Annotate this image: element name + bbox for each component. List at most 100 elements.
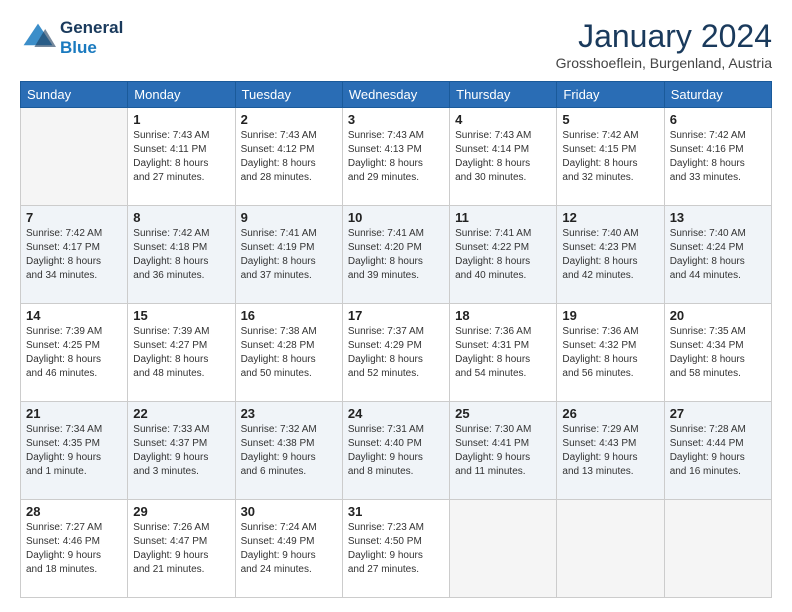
calendar-week-row: 21Sunrise: 7:34 AMSunset: 4:35 PMDayligh… — [21, 402, 772, 500]
cell-info-line: Sunset: 4:12 PM — [241, 143, 337, 157]
cell-info-line: Sunrise: 7:43 AM — [241, 129, 337, 143]
cell-info-line: and 46 minutes. — [26, 367, 122, 381]
day-number: 19 — [562, 308, 658, 323]
calendar-cell — [664, 500, 771, 598]
day-number: 22 — [133, 406, 229, 421]
calendar-cell: 21Sunrise: 7:34 AMSunset: 4:35 PMDayligh… — [21, 402, 128, 500]
day-number: 26 — [562, 406, 658, 421]
cell-info-line: Sunrise: 7:33 AM — [133, 423, 229, 437]
logo: General Blue — [20, 18, 123, 57]
header: General Blue January 2024 Grosshoeflein,… — [20, 18, 772, 71]
cell-info-line: Sunset: 4:47 PM — [133, 535, 229, 549]
cell-info-line: Daylight: 9 hours — [455, 451, 551, 465]
cell-info-line: and 40 minutes. — [455, 269, 551, 283]
cell-info-line: and 11 minutes. — [455, 465, 551, 479]
cell-info-line: Daylight: 8 hours — [348, 157, 444, 171]
cell-info-line: Daylight: 8 hours — [455, 255, 551, 269]
day-number: 10 — [348, 210, 444, 225]
cell-info-line: Daylight: 8 hours — [670, 353, 766, 367]
cell-info-line: Daylight: 8 hours — [241, 353, 337, 367]
cell-info-line: and 3 minutes. — [133, 465, 229, 479]
calendar-table: SundayMondayTuesdayWednesdayThursdayFrid… — [20, 81, 772, 598]
calendar-cell: 25Sunrise: 7:30 AMSunset: 4:41 PMDayligh… — [450, 402, 557, 500]
cell-info-line: Daylight: 9 hours — [241, 549, 337, 563]
cell-info-line: and 16 minutes. — [670, 465, 766, 479]
day-number: 29 — [133, 504, 229, 519]
calendar-body: 1Sunrise: 7:43 AMSunset: 4:11 PMDaylight… — [21, 108, 772, 598]
cell-info-line: Sunrise: 7:43 AM — [133, 129, 229, 143]
cell-info-line: Sunset: 4:27 PM — [133, 339, 229, 353]
cell-info-line: Daylight: 8 hours — [670, 157, 766, 171]
header-cell-friday: Friday — [557, 82, 664, 108]
cell-info-line: Sunrise: 7:42 AM — [670, 129, 766, 143]
cell-info-line: and 6 minutes. — [241, 465, 337, 479]
cell-info-line: Sunset: 4:18 PM — [133, 241, 229, 255]
cell-info-line: Sunrise: 7:35 AM — [670, 325, 766, 339]
day-number: 7 — [26, 210, 122, 225]
cell-info-line: and 44 minutes. — [670, 269, 766, 283]
cell-info-line: Sunset: 4:40 PM — [348, 437, 444, 451]
cell-info-line: Daylight: 8 hours — [455, 157, 551, 171]
cell-info-line: Daylight: 8 hours — [241, 157, 337, 171]
cell-info-line: Daylight: 9 hours — [348, 549, 444, 563]
day-number: 15 — [133, 308, 229, 323]
calendar-cell: 11Sunrise: 7:41 AMSunset: 4:22 PMDayligh… — [450, 206, 557, 304]
cell-info-line: Daylight: 9 hours — [133, 549, 229, 563]
day-number: 31 — [348, 504, 444, 519]
day-number: 2 — [241, 112, 337, 127]
cell-info-line: Sunset: 4:28 PM — [241, 339, 337, 353]
cell-info-line: Daylight: 8 hours — [26, 255, 122, 269]
logo-line2: Blue — [60, 38, 123, 58]
cell-info-line: Sunrise: 7:40 AM — [670, 227, 766, 241]
day-number: 8 — [133, 210, 229, 225]
cell-info-line: Sunset: 4:41 PM — [455, 437, 551, 451]
cell-info-line: Daylight: 8 hours — [670, 255, 766, 269]
day-number: 4 — [455, 112, 551, 127]
cell-info-line: Daylight: 8 hours — [133, 255, 229, 269]
calendar-cell: 29 Sunrise: 7:26 AMSunset: 4:47 PMDayligh… — [128, 500, 235, 598]
calendar-week-row: 7Sunrise: 7:42 AMSunset: 4:17 PMDaylight… — [21, 206, 772, 304]
cell-info-line: Daylight: 8 hours — [26, 353, 122, 367]
day-number: 27 — [670, 406, 766, 421]
cell-info-line: and 37 minutes. — [241, 269, 337, 283]
cell-info-line: Sunrise: 7:24 AM — [241, 521, 337, 535]
calendar-cell: 7Sunrise: 7:42 AMSunset: 4:17 PMDaylight… — [21, 206, 128, 304]
day-number: 13 — [670, 210, 766, 225]
calendar-cell: 8 Sunrise: 7:42 AMSunset: 4:18 PMDaylight… — [128, 206, 235, 304]
cell-info-line: and 54 minutes. — [455, 367, 551, 381]
cell-info-line: Daylight: 8 hours — [562, 255, 658, 269]
cell-info-line: Sunrise: 7:38 AM — [241, 325, 337, 339]
calendar-cell: 26Sunrise: 7:29 AMSunset: 4:43 PMDayligh… — [557, 402, 664, 500]
calendar-cell: 28Sunrise: 7:27 AMSunset: 4:46 PMDayligh… — [21, 500, 128, 598]
cell-info-line: and 58 minutes. — [670, 367, 766, 381]
cell-info-line: Sunset: 4:43 PM — [562, 437, 658, 451]
calendar-cell: 3Sunrise: 7:43 AMSunset: 4:13 PMDaylight… — [342, 108, 449, 206]
cell-info-line: Sunset: 4:49 PM — [241, 535, 337, 549]
calendar-cell: 6Sunrise: 7:42 AMSunset: 4:16 PMDaylight… — [664, 108, 771, 206]
logo-icon — [20, 20, 56, 56]
header-cell-monday: Monday — [128, 82, 235, 108]
cell-info-line: Sunrise: 7:42 AM — [133, 227, 229, 241]
cell-info-line: Sunset: 4:37 PM — [133, 437, 229, 451]
cell-info-line: Sunset: 4:11 PM — [133, 143, 229, 157]
cell-info-line: Sunrise: 7:41 AM — [348, 227, 444, 241]
cell-info-line: Sunrise: 7:42 AM — [26, 227, 122, 241]
cell-info-line: and 21 minutes. — [133, 563, 229, 577]
cell-info-line: Sunrise: 7:36 AM — [455, 325, 551, 339]
cell-info-line: and 32 minutes. — [562, 171, 658, 185]
header-cell-tuesday: Tuesday — [235, 82, 342, 108]
cell-info-line: Daylight: 9 hours — [348, 451, 444, 465]
cell-info-line: Sunrise: 7:26 AM — [133, 521, 229, 535]
cell-info-line: Sunrise: 7:30 AM — [455, 423, 551, 437]
cell-info-line: Sunset: 4:32 PM — [562, 339, 658, 353]
calendar-cell: 9Sunrise: 7:41 AMSunset: 4:19 PMDaylight… — [235, 206, 342, 304]
cell-info-line: Sunrise: 7:37 AM — [348, 325, 444, 339]
cell-info-line: Sunrise: 7:28 AM — [670, 423, 766, 437]
cell-info-line: Sunset: 4:22 PM — [455, 241, 551, 255]
cell-info-line: Sunset: 4:14 PM — [455, 143, 551, 157]
day-number: 14 — [26, 308, 122, 323]
cell-info-line: Sunset: 4:24 PM — [670, 241, 766, 255]
cell-info-line: and 28 minutes. — [241, 171, 337, 185]
cell-info-line: Sunset: 4:15 PM — [562, 143, 658, 157]
cell-info-line: Sunset: 4:29 PM — [348, 339, 444, 353]
